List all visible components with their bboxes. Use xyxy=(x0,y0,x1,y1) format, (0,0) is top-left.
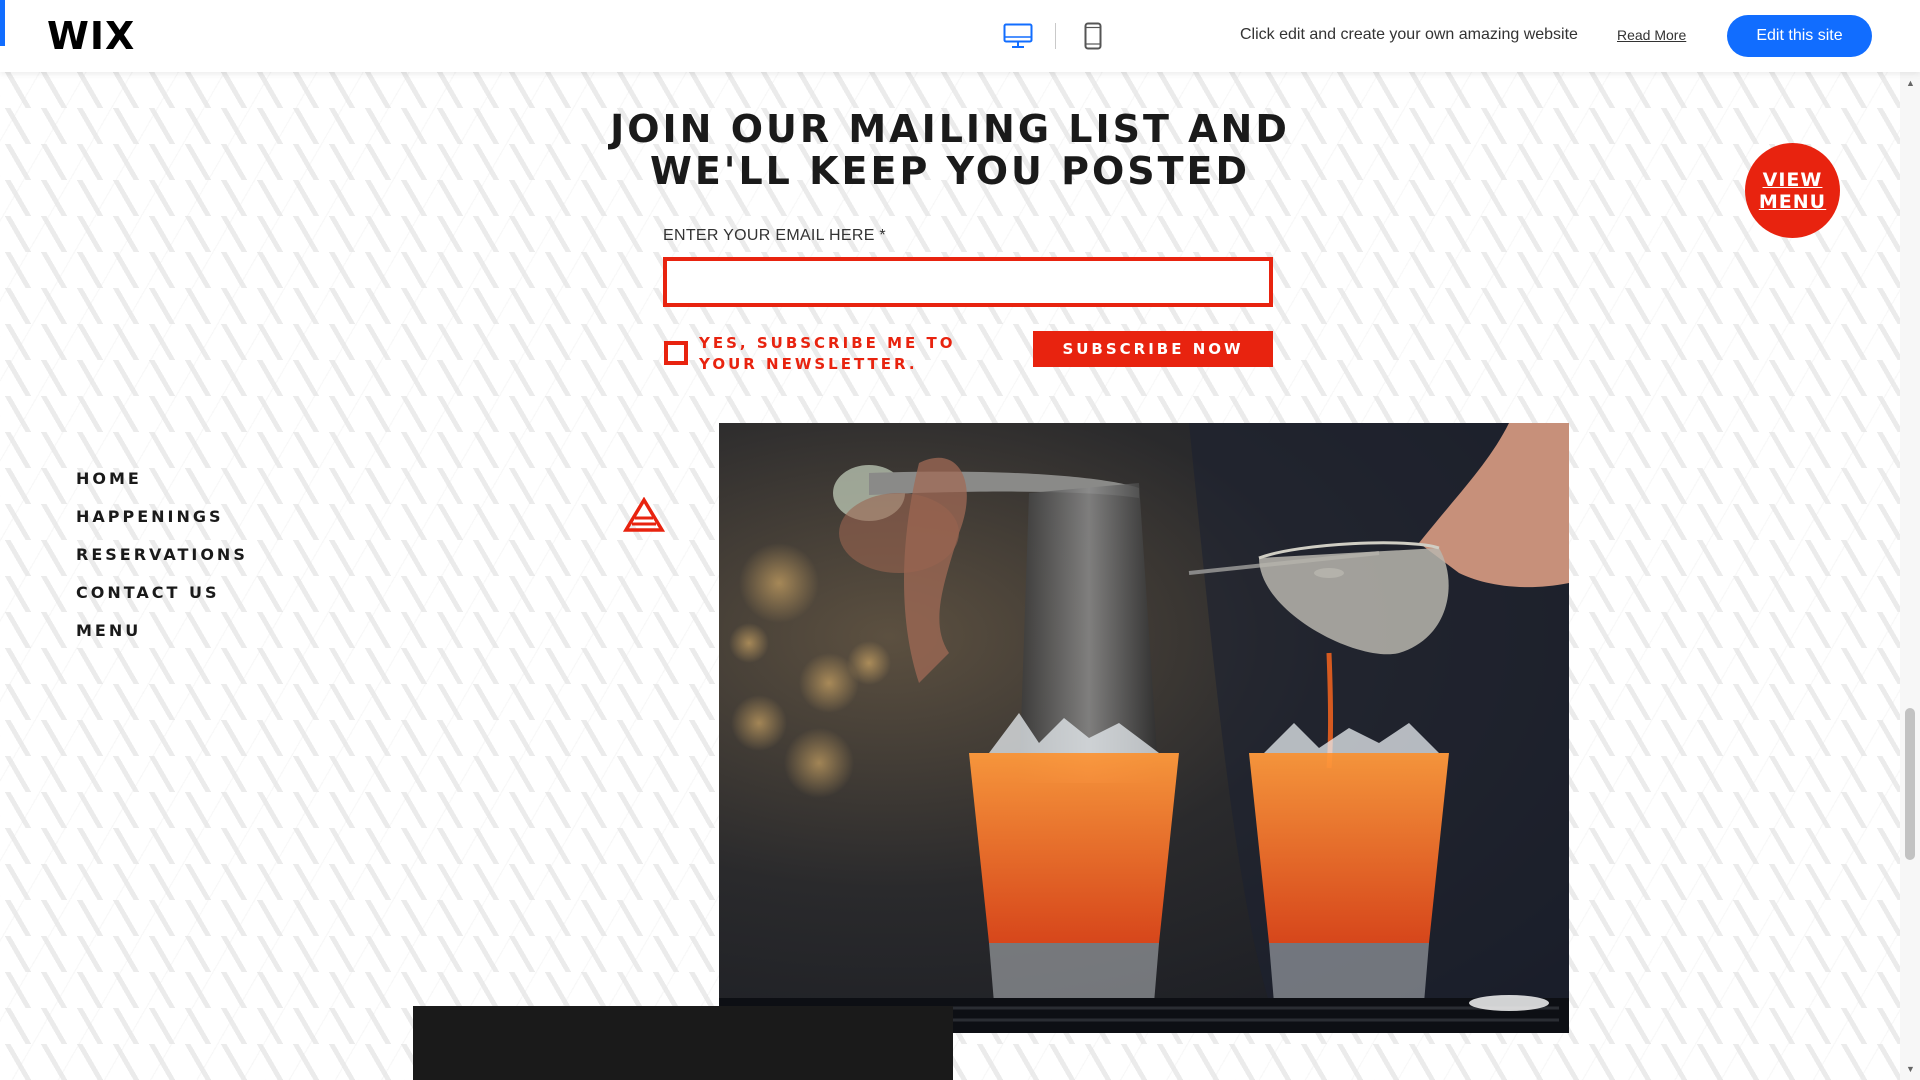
view-menu-button[interactable]: VIEW MENU xyxy=(1745,143,1840,238)
side-navigation: HOME HAPPENINGS RESERVATIONS CONTACT US … xyxy=(76,460,248,650)
page-content: JOIN OUR MAILING LIST AND WE'LL KEEP YOU… xyxy=(0,0,1900,1080)
email-input[interactable] xyxy=(663,257,1273,307)
wix-top-bar: WIX Click edit and create your own amazi… xyxy=(0,0,1920,72)
newsletter-checkbox-label[interactable]: YES, SUBSCRIBE ME TO YOUR NEWSLETTER. xyxy=(699,333,979,375)
view-menu-line-1: VIEW xyxy=(1762,168,1823,191)
device-toggle xyxy=(998,18,1113,54)
nav-item-reservations[interactable]: RESERVATIONS xyxy=(76,536,248,574)
headline-line-1: JOIN OUR MAILING LIST AND xyxy=(610,107,1290,151)
device-separator xyxy=(1055,23,1056,49)
read-more-link[interactable]: Read More xyxy=(1617,27,1686,43)
view-menu-line-2: MENU xyxy=(1758,190,1827,213)
wix-logo[interactable]: WIX xyxy=(47,14,135,58)
nav-item-menu[interactable]: MENU xyxy=(76,612,248,650)
scroll-down-arrow[interactable]: ▼ xyxy=(1906,1064,1915,1074)
wix-accent-strip xyxy=(0,0,5,46)
page-scrollbar[interactable]: ▲ ▼ xyxy=(1900,72,1920,1080)
mailing-list-headline: JOIN OUR MAILING LIST AND WE'LL KEEP YOU… xyxy=(560,108,1340,192)
view-menu-label: VIEW MENU xyxy=(1758,169,1828,213)
scroll-thumb[interactable] xyxy=(1905,708,1915,860)
dark-content-block xyxy=(413,1006,953,1080)
headline-line-2: WE'LL KEEP YOU POSTED xyxy=(649,149,1251,193)
subscribe-now-button[interactable]: SUBSCRIBE NOW xyxy=(1033,331,1273,367)
newsletter-checkbox[interactable] xyxy=(664,341,688,365)
nav-item-home[interactable]: HOME xyxy=(76,460,248,498)
promo-text: Click edit and create your own amazing w… xyxy=(1240,26,1578,43)
mobile-icon xyxy=(1084,22,1102,50)
triangle-logo-icon xyxy=(623,497,665,532)
desktop-icon xyxy=(1003,23,1033,48)
mobile-view-button[interactable] xyxy=(1073,18,1113,54)
nav-item-contact-us[interactable]: CONTACT US xyxy=(76,574,248,612)
email-field-label: ENTER YOUR EMAIL HERE * xyxy=(663,227,886,244)
edit-site-button[interactable]: Edit this site xyxy=(1727,15,1872,57)
desktop-view-button[interactable] xyxy=(998,18,1038,54)
nav-item-happenings[interactable]: HAPPENINGS xyxy=(76,498,248,536)
cocktail-photo xyxy=(719,423,1569,1033)
cocktail-illustration xyxy=(719,423,1569,1033)
scroll-up-arrow[interactable]: ▲ xyxy=(1906,78,1915,88)
